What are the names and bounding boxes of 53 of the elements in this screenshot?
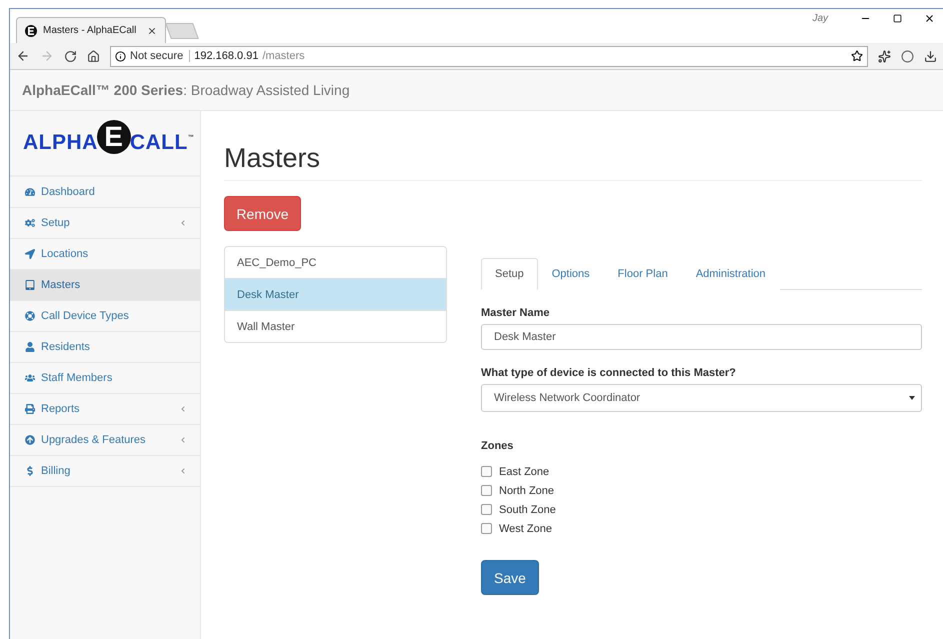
address-bar[interactable]: Not secure 192.168.0.91 /masters	[110, 46, 868, 66]
chevron-icon	[180, 406, 186, 412]
close-icon[interactable]	[147, 26, 157, 36]
tab[interactable]: Setup	[481, 258, 538, 290]
list-item[interactable]: Desk Master	[225, 278, 446, 310]
user-icon	[25, 342, 35, 352]
location-arrow-icon	[25, 249, 35, 259]
reload-icon[interactable]	[64, 50, 77, 62]
chevron-icon	[180, 220, 186, 226]
gears-icon	[25, 218, 35, 228]
device-type-select[interactable]: Wireless Network Coordinator	[481, 384, 922, 412]
download-icon[interactable]	[924, 50, 937, 62]
favicon-icon	[25, 24, 37, 36]
printer-icon	[25, 404, 35, 414]
profile-name[interactable]: Jay	[812, 13, 828, 24]
browser-tab[interactable]: Masters - AlphaECall	[16, 17, 166, 43]
list-item[interactable]: Wall Master	[225, 310, 446, 342]
back-icon[interactable]	[16, 49, 30, 63]
security-label: Not secure	[130, 50, 190, 62]
remove-button[interactable]: Remove	[224, 196, 301, 231]
maximize-icon[interactable]	[893, 14, 902, 23]
checkbox[interactable]	[481, 466, 492, 477]
dashboard-icon	[25, 187, 35, 197]
checkbox-label: South Zone	[499, 504, 556, 516]
master-name-field[interactable]: Desk Master	[481, 324, 922, 350]
extension-icon[interactable]	[901, 50, 914, 62]
app-header-title: AlphaECall™ 200 Series: Broadway Assisted Living	[22, 82, 350, 98]
checkbox[interactable]	[481, 523, 492, 534]
home-icon[interactable]	[87, 50, 100, 62]
checkbox-label: North Zone	[499, 484, 554, 496]
sidebar-item[interactable]: Masters	[10, 270, 200, 301]
checkbox-label: East Zone	[499, 466, 550, 478]
bookmark-star-icon[interactable]	[851, 50, 863, 62]
save-button[interactable]: Save	[481, 560, 539, 595]
field-label: Zones	[481, 440, 514, 452]
close-icon[interactable]	[924, 13, 935, 24]
extension-icon[interactable]	[878, 50, 891, 62]
field-label: What type of device is connected to this Master?	[481, 367, 737, 379]
checkbox-label: West Zone	[499, 522, 552, 534]
checkbox[interactable]	[481, 485, 492, 496]
info-icon	[115, 50, 126, 62]
checkbox[interactable]	[481, 504, 492, 515]
url-path: /masters	[262, 50, 305, 62]
field-label: Master Name	[481, 307, 550, 319]
page-title: Masters	[224, 143, 922, 181]
lifebuoy-icon	[25, 311, 35, 321]
tab-title: Masters - AlphaECall	[43, 25, 138, 36]
dollar-icon	[25, 466, 35, 476]
chevron-icon	[180, 468, 186, 474]
url-host: 192.168.0.91	[194, 50, 258, 62]
chevron-icon	[180, 437, 186, 443]
tablet-icon	[25, 280, 35, 290]
users-icon	[25, 373, 35, 383]
